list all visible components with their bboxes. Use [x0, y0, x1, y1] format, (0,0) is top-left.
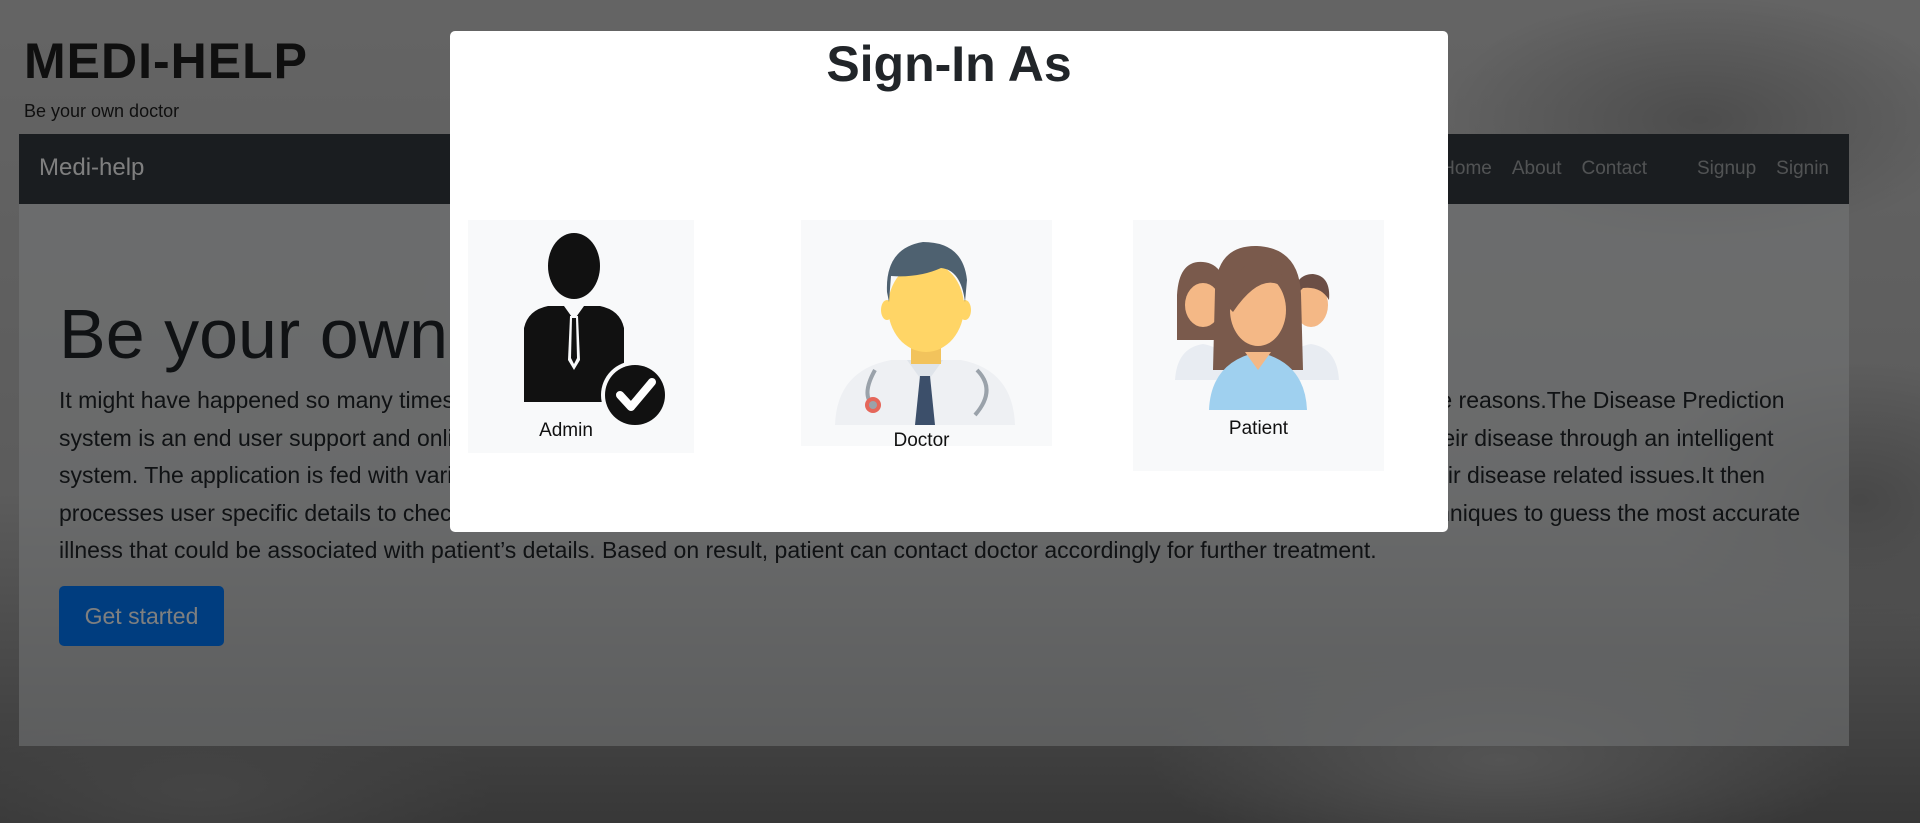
- role-label-patient: Patient: [1228, 418, 1289, 439]
- role-card-patient[interactable]: Patient: [1133, 220, 1384, 471]
- admin-icon: [524, 233, 669, 429]
- doctor-icon: [835, 242, 1015, 425]
- role-label-admin: Admin: [539, 420, 593, 441]
- role-card-doctor[interactable]: Doctor: [801, 220, 1052, 451]
- role-card-admin[interactable]: Admin: [468, 220, 694, 453]
- modal-title: Sign-In As: [826, 36, 1072, 92]
- signin-modal: Sign-In As Admin Doctor Patient: [450, 31, 1448, 532]
- role-label-doctor: Doctor: [893, 430, 950, 451]
